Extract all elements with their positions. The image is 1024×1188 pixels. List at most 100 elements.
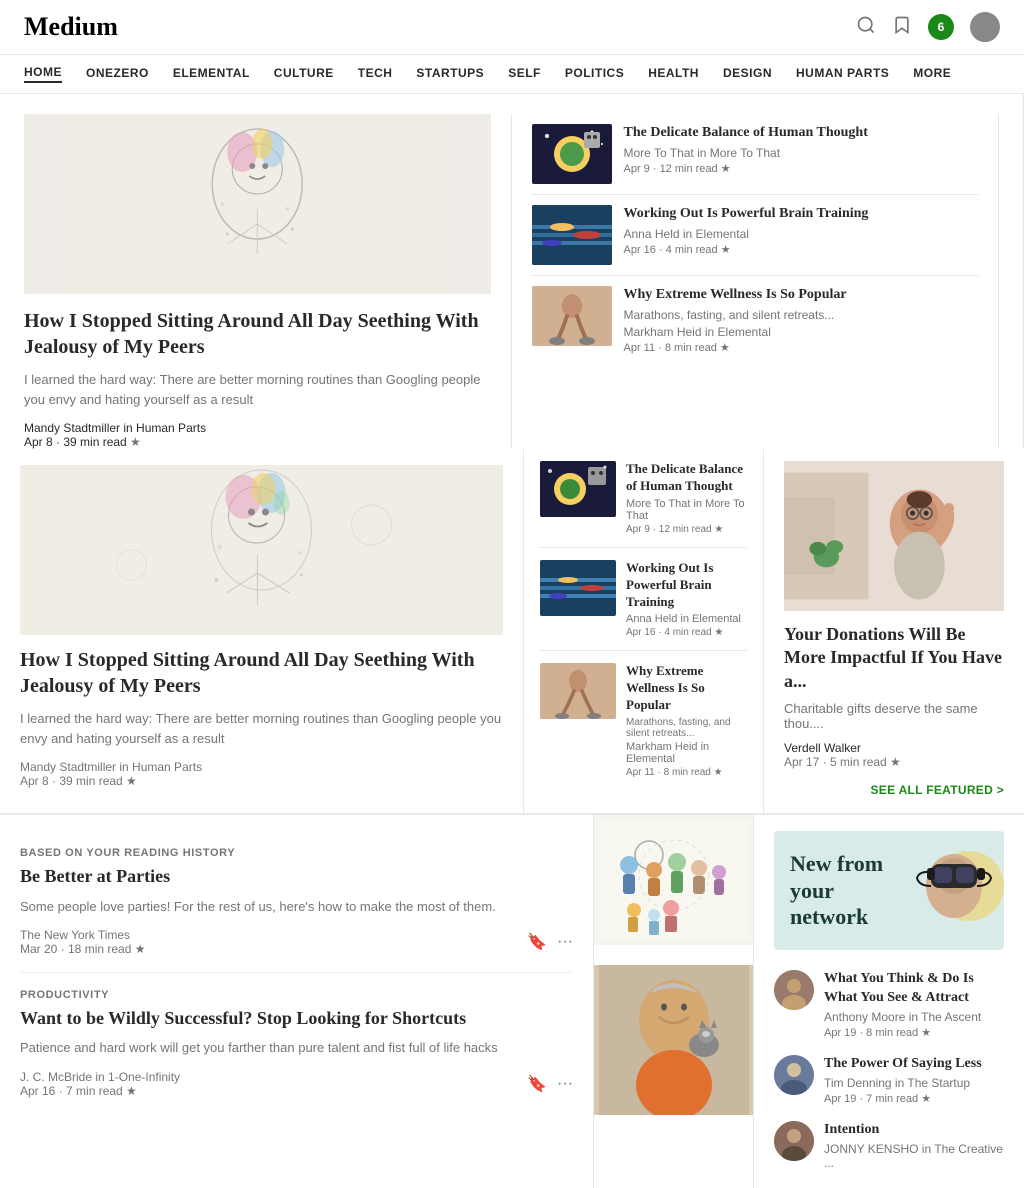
nav-item-human-parts[interactable]: HUMAN PARTS [796, 66, 889, 82]
hero-image [24, 114, 491, 294]
mid-title-1: Working Out Is Powerful Brain Training [624, 205, 979, 223]
party-illus [594, 815, 753, 945]
nav-item-self[interactable]: SELF [508, 66, 541, 82]
hero-article: How I Stopped Sitting Around All Day See… [24, 114, 512, 449]
mid-pub-2: Marathons, fasting, and silent retreats.… [624, 308, 979, 322]
net-art-2: Intention JONNY KENSHO in The Creative .… [774, 1121, 1004, 1172]
bookmark-button[interactable] [892, 15, 912, 40]
article-0-meta: The New York Times Mar 20 · 18 min read … [20, 928, 145, 956]
mid-thumb-b [540, 560, 616, 616]
mid-col: The Delicate Balance of Human Thought Mo… [524, 449, 764, 813]
net-avatar-1 [774, 1055, 814, 1095]
mid-info-0: The Delicate Balance of Human Thought Mo… [626, 461, 747, 535]
article-1-info: PRODUCTIVITY Want to be Wildly Successfu… [20, 989, 573, 1098]
mid-t-1: Working Out Is Powerful Brain Training [626, 560, 747, 611]
nav-item-health[interactable]: HEALTH [648, 66, 699, 82]
mid-title-2: Why Extreme Wellness Is So Popular [624, 286, 979, 304]
mid-pub2-2: Markham Heid in Elemental [624, 325, 979, 339]
nav-item-startups[interactable]: STARTUPS [416, 66, 484, 82]
featured-row: How I Stopped Sitting Around All Day See… [0, 449, 1024, 814]
mid-thumb-2 [532, 286, 612, 346]
net-meta-0: Apr 19 · 8 min read ★ [824, 1026, 1004, 1039]
article-0-title: Be Better at Parties [20, 865, 573, 888]
right-feat-meta: Verdell Walker Apr 17 · 5 min read ★ [784, 741, 1004, 769]
header: Medium 6 [0, 0, 1024, 55]
mid-content-2: Why Extreme Wellness Is So Popular Marat… [624, 286, 979, 354]
nav-item-design[interactable]: DESIGN [723, 66, 772, 82]
search-button[interactable] [856, 15, 876, 40]
mid-art-1: Working Out Is Powerful Brain Training A… [540, 548, 747, 652]
mid-article-0: The Delicate Balance of Human Thought Mo… [532, 114, 979, 195]
nav-item-home[interactable]: HOME [24, 65, 62, 83]
nav-item-politics[interactable]: POLITICS [565, 66, 624, 82]
article-1-cat: PRODUCTIVITY [20, 989, 573, 1001]
hero-desc: I learned the hard way: There are better… [20, 709, 503, 748]
net-pub-1: Tim Denning in The Startup [824, 1076, 982, 1090]
mid-thumb-c [540, 663, 616, 719]
mid-thumb-0 [532, 124, 612, 184]
right-feat-title: Your Donations Will Be More Impactful If… [784, 623, 1004, 693]
see-all-link[interactable]: SEE ALL FEATURED > [870, 783, 1004, 797]
mid-content-1: Working Out Is Powerful Brain Training A… [624, 205, 979, 265]
nav-item-culture[interactable]: CULTURE [274, 66, 334, 82]
article-1-desc: Patience and hard work will get you fart… [20, 1038, 573, 1058]
right-thumb [784, 461, 1004, 611]
bottom-section: BASED ON YOUR READING HISTORY Be Better … [0, 815, 1024, 1188]
network-box: New from your network [774, 831, 1004, 950]
mid-t-2: Why Extreme Wellness Is So Popular [626, 663, 747, 714]
article-0-footer: The New York Times Mar 20 · 18 min read … [20, 928, 573, 956]
bookmark-art-1[interactable]: 🔖 [527, 1074, 547, 1094]
mid-thumb-1 [532, 205, 612, 265]
mid-meta-0: Apr 9 · 12 min read ★ [624, 162, 979, 175]
hero-date: Apr 8 · 39 min read [24, 435, 127, 449]
mid-p-1: Anna Held in Elemental [626, 613, 747, 625]
article-1-footer: J. C. McBride in 1-One-Infinity Apr 16 ·… [20, 1070, 573, 1098]
mid-article-1: Working Out Is Powerful Brain Training A… [532, 195, 979, 276]
hero-col: How I Stopped Sitting Around All Day See… [0, 449, 524, 813]
illus-col [594, 815, 754, 1188]
article-1-actions: 🔖 ··· [527, 1074, 573, 1094]
net-pub-2: JONNY KENSHO in The Creative ... [824, 1142, 1004, 1170]
nav-item-onezero[interactable]: ONEZERO [86, 66, 149, 82]
mid-pub-1: Anna Held in Elemental [624, 227, 979, 241]
net-title-2: Intention [824, 1121, 1004, 1139]
main-nav: HOME ONEZERO ELEMENTAL CULTURE TECH STARTUPS S… [0, 55, 1024, 94]
middle-articles: The Delicate Balance of Human Thought Mo… [512, 114, 1000, 449]
right-feat-col: Your Donations Will Be More Impactful If… [764, 449, 1024, 813]
mid-p-0: More To That in More To That [626, 498, 747, 522]
mid-article-2: Why Extreme Wellness Is So Popular Marat… [532, 276, 979, 364]
mid-p-2: Markham Heid in Elemental [626, 741, 747, 765]
article-1-meta: J. C. McBride in 1-One-Infinity Apr 16 ·… [20, 1070, 180, 1098]
article-1-title: Want to be Wildly Successful? Stop Looki… [20, 1007, 573, 1030]
net-avatar-2 [774, 1121, 814, 1161]
mid-info-1: Working Out Is Powerful Brain Training A… [626, 560, 747, 639]
network-title: New from your network [790, 851, 910, 930]
net-title-1: The Power Of Saying Less [824, 1055, 982, 1073]
featured-section: How I Stopped Sitting Around All Day See… [0, 94, 1024, 449]
notification-badge[interactable]: 6 [928, 14, 954, 40]
net-meta-1: Apr 19 · 7 min read ★ [824, 1092, 982, 1105]
nav-item-more[interactable]: MORE [913, 66, 951, 82]
nav-item-elemental[interactable]: ELEMENTAL [173, 66, 250, 82]
network-articles: What You Think & Do Is What You See & At… [774, 970, 1004, 1172]
bookmark-art-0[interactable]: 🔖 [527, 932, 547, 952]
net-pub-0: Anthony Moore in The Ascent [824, 1010, 1004, 1024]
mid-t-0: The Delicate Balance of Human Thought [626, 461, 747, 495]
mid-content-0: The Delicate Balance of Human Thought Mo… [624, 124, 979, 184]
more-art-0[interactable]: ··· [557, 932, 573, 952]
hero-meta: Mandy Stadtmiller in Human Parts Apr 8 ·… [24, 421, 491, 449]
net-avatar-0 [774, 970, 814, 1010]
header-nav: 6 [856, 12, 1000, 42]
more-art-1[interactable]: ··· [557, 1074, 573, 1094]
mid-meta-2: Apr 11 · 8 min read ★ [624, 341, 979, 354]
hero-image-2 [20, 465, 503, 635]
mid-info-2: Why Extreme Wellness Is So Popular Marat… [626, 663, 747, 778]
hero-title-2: How I Stopped Sitting Around All Day See… [20, 647, 503, 699]
article-0: BASED ON YOUR READING HISTORY Be Better … [20, 831, 573, 973]
right-feat-sub: Charitable gifts deserve the same thou..… [784, 701, 1004, 731]
article-0-actions: 🔖 ··· [527, 932, 573, 952]
mid-m-1: Apr 16 · 4 min read ★ [626, 627, 747, 638]
avatar[interactable] [970, 12, 1000, 42]
hero-author: Mandy Stadtmiller in Human Parts [24, 421, 206, 435]
nav-item-tech[interactable]: TECH [358, 66, 393, 82]
